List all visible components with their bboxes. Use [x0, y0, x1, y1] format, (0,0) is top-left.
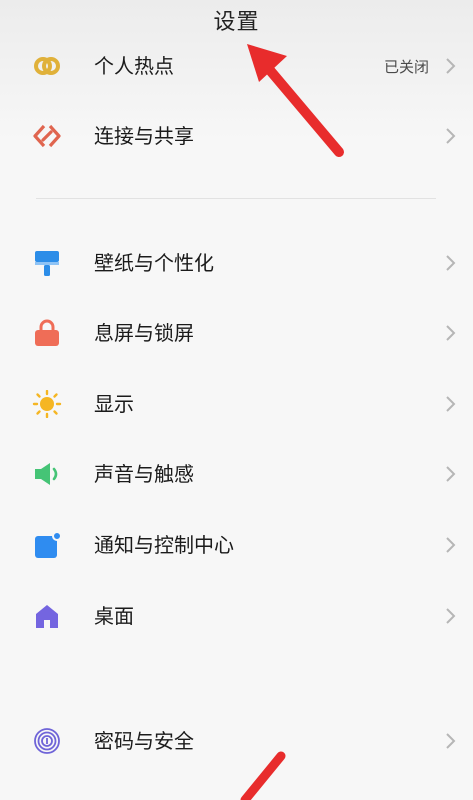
settings-item-label: 壁纸与个性化	[94, 251, 214, 275]
lock-icon	[32, 319, 62, 347]
chevron-right-icon	[443, 729, 459, 753]
fingerprint-icon	[32, 727, 62, 755]
settings-item-desktop[interactable]: 桌面	[0, 588, 473, 644]
section-divider	[36, 198, 436, 199]
settings-item-hotspot[interactable]: 个人热点 已关闭	[0, 38, 473, 94]
chevron-right-icon	[443, 462, 459, 486]
chevron-right-icon	[443, 604, 459, 628]
settings-item-wallpaper[interactable]: 壁纸与个性化	[0, 235, 473, 291]
notification-icon	[32, 531, 62, 559]
chevron-right-icon	[443, 251, 459, 275]
settings-item-notifications[interactable]: 通知与控制中心	[0, 517, 473, 573]
share-diamond-icon	[32, 122, 62, 150]
paintbrush-icon	[32, 249, 62, 277]
settings-item-connection-sharing[interactable]: 连接与共享	[0, 108, 473, 164]
chevron-right-icon	[443, 124, 459, 148]
sun-icon	[32, 389, 62, 419]
status-value: 已关闭	[383, 58, 429, 76]
speaker-icon	[32, 460, 62, 488]
chevron-right-icon	[443, 392, 459, 416]
chevron-right-icon	[443, 533, 459, 557]
settings-item-label: 连接与共享	[94, 124, 194, 148]
settings-item-display[interactable]: 显示	[0, 376, 473, 432]
settings-item-label: 通知与控制中心	[94, 533, 234, 557]
settings-item-label: 声音与触感	[94, 462, 194, 486]
page-title: 设置	[213, 10, 260, 35]
settings-item-lock-screen[interactable]: 息屏与锁屏	[0, 305, 473, 361]
settings-item-label: 息屏与锁屏	[94, 321, 194, 345]
settings-screen: 设置 个人热点 已关闭 连接与共享 壁纸与个性化 息屏与锁屏 显示 声音与触感 …	[0, 0, 473, 800]
settings-item-label: 密码与安全	[94, 729, 194, 753]
hotspot-link-icon	[32, 52, 62, 80]
settings-item-password-security[interactable]: 密码与安全	[0, 713, 473, 769]
chevron-right-icon	[443, 54, 459, 78]
settings-item-label: 个人热点	[94, 54, 174, 78]
chevron-right-icon	[443, 321, 459, 345]
home-icon	[32, 602, 62, 630]
settings-item-label: 显示	[94, 392, 134, 416]
settings-item-sound[interactable]: 声音与触感	[0, 446, 473, 502]
settings-item-label: 桌面	[94, 604, 134, 628]
